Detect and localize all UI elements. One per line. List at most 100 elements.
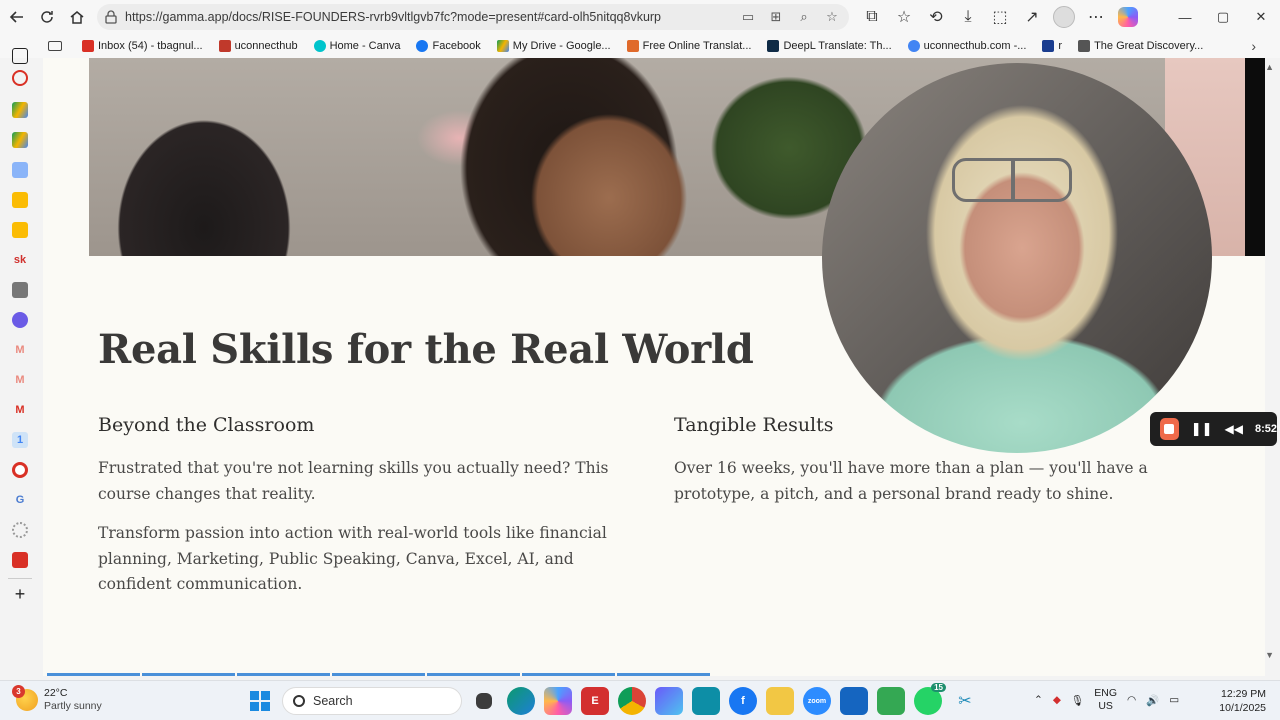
facebook-icon — [416, 40, 429, 52]
file-explorer-icon[interactable] — [766, 687, 794, 715]
bookmark-item[interactable]: Home - Canva — [313, 40, 400, 52]
edge-icon[interactable] — [507, 687, 535, 715]
webcam-bubble[interactable] — [822, 63, 1212, 453]
progress-segment[interactable] — [237, 673, 330, 676]
weather-widget[interactable]: 3 22°C Partly sunny — [12, 685, 102, 713]
zoom-icon[interactable]: zoom — [803, 687, 831, 715]
bookmark-item[interactable]: Free Online Translat... — [626, 40, 751, 52]
microphone-icon[interactable]: 🎙 — [1071, 694, 1084, 707]
chevron-right-icon[interactable]: › — [1251, 38, 1256, 54]
browser-sidebar: sk M M M 1 G + — [0, 48, 40, 678]
office-icon[interactable]: E — [581, 687, 609, 715]
gmail-icon[interactable]: M — [12, 342, 28, 358]
meet-icon[interactable] — [877, 687, 905, 715]
app-icon[interactable] — [12, 522, 28, 538]
downloads-icon[interactable]: ⤓ — [954, 2, 982, 32]
bookmark-item[interactable]: The Great Discovery... — [1078, 40, 1203, 52]
scroll-up-icon[interactable]: ▲ — [1265, 62, 1274, 72]
wifi-icon[interactable]: ◠ — [1127, 694, 1136, 706]
task-view-icon[interactable] — [476, 693, 492, 709]
profile-avatar[interactable] — [1050, 2, 1078, 32]
progress-segment[interactable] — [427, 673, 520, 676]
section-heading: Beyond the Classroom — [98, 414, 315, 436]
url-text[interactable]: https://gamma.app/docs/RISE-FOUNDERS-rvr… — [125, 10, 661, 24]
add-icon[interactable]: + — [12, 584, 28, 604]
tab-actions-icon[interactable] — [12, 48, 28, 64]
app-available-icon[interactable]: ⊞ — [767, 8, 785, 26]
language-indicator[interactable]: ENG US — [1094, 687, 1117, 713]
drive-icon[interactable] — [12, 102, 28, 118]
docs-icon[interactable] — [12, 162, 28, 178]
bookmark-item[interactable] — [48, 41, 66, 51]
settings-gear-icon[interactable] — [12, 312, 28, 328]
favorite-star-icon[interactable]: ☆ — [823, 8, 841, 26]
bookmark-item[interactable]: My Drive - Google... — [496, 40, 611, 52]
zoom-icon[interactable]: ⌕ — [795, 8, 813, 26]
bookmark-item[interactable]: uconnecthub — [218, 40, 298, 52]
app-icon[interactable] — [12, 282, 28, 298]
reload-icon[interactable] — [32, 2, 62, 32]
chevron-up-icon[interactable]: ⌃ — [1034, 694, 1043, 706]
slides-icon[interactable] — [12, 192, 28, 208]
lock-icon[interactable] — [105, 10, 117, 24]
calendar-icon[interactable] — [12, 552, 28, 568]
gmail-icon[interactable]: M — [12, 372, 28, 388]
recording-controls: ❚❚ ◀◀ 8:52 — [1150, 412, 1277, 446]
app-icon[interactable] — [655, 687, 683, 715]
share-icon[interactable]: ↗ — [1018, 2, 1046, 32]
battery-icon[interactable]: ▭ — [1169, 694, 1179, 706]
app-icon[interactable] — [692, 687, 720, 715]
snipping-tool-icon[interactable]: ✂ — [951, 687, 979, 715]
stop-record-button[interactable] — [1160, 418, 1179, 440]
column-left: Beyond the Classroom Frustrated that you… — [98, 414, 638, 612]
gmail-icon[interactable]: M — [12, 402, 28, 418]
video-icon[interactable]: ▭ — [739, 8, 757, 26]
bookmark-item[interactable]: DeepL Translate: Th... — [767, 40, 892, 52]
browser-toolbar: https://gamma.app/docs/RISE-FOUNDERS-rvr… — [0, 0, 1280, 34]
record-icon[interactable] — [12, 70, 28, 86]
rewind-icon[interactable]: ◀◀ — [1225, 422, 1243, 436]
deepl-icon — [767, 40, 780, 52]
favorites-icon[interactable]: ☆ — [890, 2, 918, 32]
record-icon[interactable] — [12, 462, 28, 478]
bookmark-item[interactable]: r — [1042, 40, 1062, 52]
progress-segment[interactable] — [142, 673, 235, 676]
address-bar[interactable]: https://gamma.app/docs/RISE-FOUNDERS-rvr… — [97, 4, 849, 30]
screenshot-icon[interactable]: ⬚ — [986, 2, 1014, 32]
copilot-icon[interactable] — [544, 687, 572, 715]
home-icon[interactable] — [62, 2, 92, 32]
progress-segment[interactable] — [332, 673, 425, 676]
gmail-icon — [82, 40, 94, 52]
drive-icon[interactable] — [12, 132, 28, 148]
store-icon[interactable] — [840, 687, 868, 715]
bookmark-item[interactable]: Facebook — [416, 40, 481, 52]
progress-segment[interactable] — [522, 673, 615, 676]
minimize-icon[interactable]: — — [1166, 0, 1204, 34]
extensions-icon[interactable]: ⧉ — [858, 2, 886, 32]
clock[interactable]: 12:29 PM 10/1/2025 — [1219, 687, 1266, 715]
maximize-icon[interactable]: ▢ — [1204, 0, 1242, 34]
calendar-icon[interactable]: 1 — [12, 432, 28, 448]
volume-icon[interactable]: 🔊 — [1146, 694, 1159, 707]
progress-segment[interactable] — [617, 673, 710, 676]
more-icon[interactable]: ⋯ — [1082, 2, 1110, 32]
close-icon[interactable]: ✕ — [1242, 0, 1280, 34]
back-icon[interactable] — [2, 2, 32, 32]
sk-icon[interactable]: sk — [12, 252, 28, 268]
dropbox-icon[interactable]: ◆ — [1053, 694, 1061, 706]
google-drive-icon — [496, 40, 509, 52]
chrome-icon[interactable] — [618, 687, 646, 715]
history-icon[interactable]: ⟲ — [922, 2, 950, 32]
scroll-down-icon[interactable]: ▼ — [1265, 650, 1274, 660]
start-button[interactable] — [250, 691, 270, 711]
copilot-icon[interactable] — [1114, 2, 1142, 32]
progress-segment[interactable] — [47, 673, 140, 676]
slides-icon[interactable] — [12, 222, 28, 238]
bookmark-item[interactable]: uconnecthub.com -... — [907, 40, 1026, 52]
bookmark-item[interactable]: Inbox (54) - tbagnul... — [82, 40, 203, 52]
facebook-icon[interactable]: f — [729, 687, 757, 715]
pause-icon[interactable]: ❚❚ — [1191, 421, 1213, 437]
whatsapp-icon[interactable]: 15 — [914, 683, 946, 715]
taskbar-search[interactable]: Search — [282, 687, 462, 715]
grammarly-icon[interactable]: G — [12, 492, 28, 508]
